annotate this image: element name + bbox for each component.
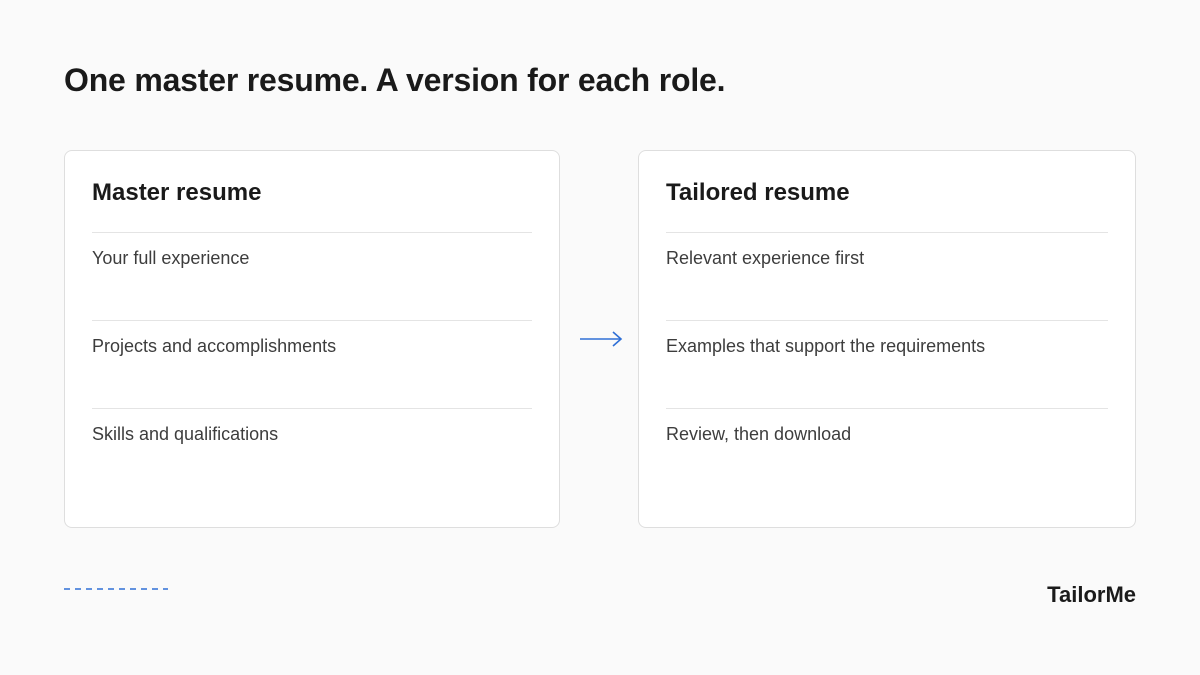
divider	[666, 408, 1108, 409]
divider	[666, 232, 1108, 233]
divider	[92, 232, 532, 233]
master-item-projects: Projects and accomplishments	[92, 336, 337, 356]
tailored-item-examples: Examples that support the requirements	[666, 336, 986, 356]
dashed-line-decoration	[64, 588, 168, 590]
tailored-item-review: Review, then download	[666, 424, 852, 444]
tailored-item-relevant: Relevant experience first	[666, 248, 865, 268]
master-item-experience: Your full experience	[92, 248, 250, 268]
divider	[666, 320, 1108, 321]
divider	[92, 320, 532, 321]
brand-logo-text: TailorMe	[1047, 582, 1136, 607]
page-headline: One master resume. A version for each ro…	[64, 62, 726, 98]
tailored-resume-card: Tailored resume Relevant experience firs…	[638, 150, 1136, 528]
master-resume-title: Master resume	[92, 179, 262, 206]
divider	[92, 408, 532, 409]
master-resume-card: Master resume Your full experience Proje…	[64, 150, 560, 528]
tailored-resume-title: Tailored resume	[666, 179, 850, 206]
master-item-skills: Skills and qualifications	[92, 424, 279, 444]
arrow-right-icon	[580, 331, 623, 347]
